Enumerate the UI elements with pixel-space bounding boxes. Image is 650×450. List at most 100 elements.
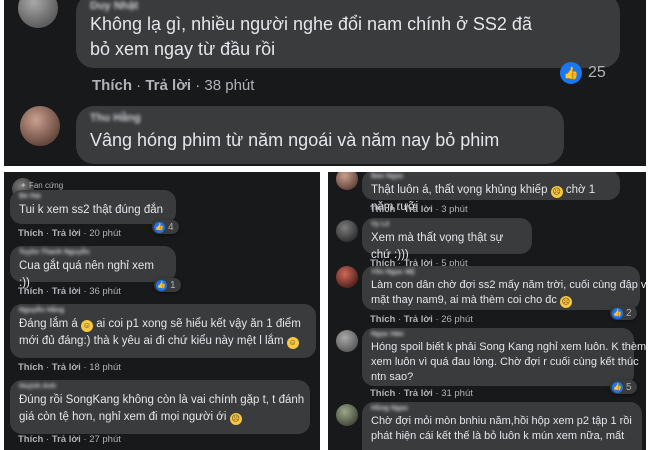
comment-actions: Thích · Trả lời · 18 phút — [18, 362, 121, 373]
grinning-emoji-icon: ☺ — [81, 320, 94, 332]
reply-link[interactable]: Trả lời — [52, 362, 81, 373]
comment-text-line: ntn sao? — [371, 371, 414, 383]
commenter-name[interactable]: Hồng Ngọc — [371, 405, 633, 414]
comment-text-line: Chờ đợi mỏi mòn bnhiu năm,hồi hộp xem p2… — [371, 415, 632, 427]
comment-bubble: Bé Hải Tui k xem ss2 thật đúng đắn — [10, 190, 176, 224]
comment-text-line: giá còn tệ hơn, nghỉ xem đi mọi người ới… — [19, 411, 242, 425]
comment-bubble: Huỳnh Anh Đúng rồi SongKang không còn là… — [10, 380, 310, 434]
thumbs-up-icon: 👍 — [156, 279, 167, 291]
comment-actions: Thích · Trả lời · 31 phút — [370, 388, 473, 399]
reaction-count[interactable]: 👍 5 — [610, 380, 637, 394]
comment-text-line: mới đủ đáng:) thà k yêu ai đi chứ kiểu n… — [19, 335, 299, 349]
reply-link[interactable]: Trả lời — [52, 434, 81, 445]
comment-actions: Thích · Trả lời · 3 phút — [370, 204, 468, 215]
reaction-count[interactable]: 👍 2 — [610, 306, 637, 320]
comment-actions: Thích · Trả lời · 36 phút — [18, 286, 121, 297]
commenter-name[interactable]: Thu Hằng — [90, 112, 550, 124]
thumbs-up-icon: 👍 — [560, 62, 582, 84]
left-comments-panel: ✦ Fan cứng Bé Hải Tui k xem ss2 thật đún… — [4, 172, 320, 450]
reaction-count[interactable]: 👍 1 — [154, 278, 181, 292]
thumbs-up-icon: 👍 — [612, 307, 623, 319]
comment-actions: Thích · Trả lời · 20 phút — [18, 228, 121, 239]
commenter-name[interactable]: Duy Nhật — [90, 0, 606, 12]
like-link[interactable]: Thích — [92, 77, 132, 94]
like-link[interactable]: Thích — [18, 228, 43, 239]
comment-text-line: Đúng rồi SongKang không còn là vai chính… — [19, 394, 305, 406]
sad-emoji-icon: ☹ — [229, 413, 242, 425]
comment-bubble: Duy Nhật Không lạ gì, nhiều người nghe đ… — [76, 0, 620, 68]
commenter-name[interactable]: Bảo Ngọc — [371, 173, 611, 182]
comment-time: 36 phút — [89, 286, 121, 297]
reaction-count[interactable]: 👍 4 — [152, 220, 179, 234]
comment-bubble: Yến Ngọc Mỹ Làm con dân chờ đợi ss2 mấy … — [362, 266, 646, 310]
commenter-name[interactable]: Tuyền Thanh Nguyễn — [19, 249, 167, 258]
comment-time: 31 phút — [441, 388, 473, 399]
comment-actions: Thích · Trả lời · 26 phút — [370, 314, 473, 325]
comment-time: 26 phút — [441, 314, 473, 325]
comment-time: 18 phút — [89, 362, 121, 373]
comment-bubble: Nguyễn Hằng Đáng lắm á ☺ ai coi p1 xong … — [10, 304, 316, 358]
comment-time: 3 phút — [441, 204, 468, 215]
comment-text-line: mặt thay nam9, ai mà thèm coi cho đc ☹ — [371, 294, 572, 308]
comment-text-line: Không lạ gì, nhiều người nghe đổi nam ch… — [90, 14, 532, 34]
reaction-count[interactable]: 👍 25 — [560, 62, 606, 84]
like-link[interactable]: Thích — [18, 286, 43, 297]
weary-emoji-icon: ☹ — [559, 296, 572, 308]
comment-bubble: Thu Hằng Vâng hóng phim từ năm ngoái và … — [76, 106, 564, 164]
comment-time: 38 phút — [204, 77, 255, 94]
avatar[interactable] — [336, 220, 358, 242]
comment-text-line: Vâng hóng phim từ năm ngoái và năm nay b… — [90, 130, 500, 150]
avatar[interactable] — [336, 172, 358, 190]
avatar[interactable] — [18, 0, 58, 28]
right-comments-panel: Bảo Ngọc Thật luôn á, thất vọng khủng kh… — [328, 172, 646, 450]
commenter-name[interactable]: Bé Hải — [19, 193, 167, 202]
comment-text-line: Hóng spoil biết k phải Song Kang nghỉ xe… — [371, 341, 646, 353]
avatar[interactable] — [336, 266, 358, 288]
comment-bubble: Hồng Ngọc Chờ đợi mỏi mòn bnhiu năm,hồi … — [362, 402, 642, 450]
avatar[interactable] — [336, 330, 358, 352]
comment-bubble: Ngọc Hân Hóng spoil biết k phải Song Kan… — [362, 328, 646, 386]
weary-emoji-icon: ☹ — [550, 186, 563, 198]
like-count: 1 — [170, 279, 176, 291]
fan-badge: ✦ Fan cứng — [20, 181, 64, 190]
reply-link[interactable]: Trả lời — [145, 77, 191, 94]
comment-bubble: Vy Lê Xem mà thất vọng thật sự chứ :))) — [362, 218, 532, 261]
comment-bubble: Bảo Ngọc Thật luôn á, thất vọng khủng kh… — [362, 172, 620, 213]
like-count: 2 — [626, 307, 632, 319]
avatar[interactable] — [336, 404, 358, 426]
comment-text-line: xem luôn vì quá đau lòng. Chờ đợi r cuối… — [371, 356, 639, 368]
thumbs-up-icon: 👍 — [612, 381, 623, 393]
like-link[interactable]: Thích — [370, 314, 395, 325]
commenter-name[interactable]: Ngọc Hân — [371, 331, 625, 340]
reply-link[interactable]: Trả lời — [404, 314, 433, 325]
reply-link[interactable]: Trả lời — [52, 286, 81, 297]
comment-text-line: Đáng lắm á ☺ ai coi p1 xong sẽ hiểu kết … — [19, 318, 301, 332]
reply-link[interactable]: Trả lời — [52, 228, 81, 239]
avatar[interactable] — [20, 106, 60, 146]
comment-text-line: phát hiện cái kết thế là bỏ luôn k mún x… — [371, 430, 625, 442]
comment-time: 20 phút — [89, 228, 121, 239]
thumbs-up-icon: 👍 — [154, 221, 165, 233]
comment-bubble: Tuyền Thanh Nguyễn Cua gắt quá nên nghỉ … — [10, 246, 176, 289]
comment-actions: Thích · Trả lời · 38 phút — [92, 77, 255, 94]
like-link[interactable]: Thích — [18, 362, 43, 373]
like-count: 5 — [626, 381, 632, 393]
like-link[interactable]: Thích — [370, 204, 395, 215]
reply-link[interactable]: Trả lời — [404, 388, 433, 399]
grinning-emoji-icon: ☺ — [286, 337, 299, 349]
top-comments-panel: Duy Nhật Không lạ gì, nhiều người nghe đ… — [4, 0, 646, 166]
comment-text-line: bỏ xem ngay từ đầu rồi — [90, 39, 276, 59]
like-link[interactable]: Thích — [370, 388, 395, 399]
comment-time: 27 phút — [89, 434, 121, 445]
commenter-name[interactable]: Vy Lê — [371, 221, 523, 230]
comment-actions: Thích · Trả lời · 27 phút — [18, 434, 121, 445]
commenter-name[interactable]: Yến Ngọc Mỹ — [371, 269, 631, 278]
like-count: 4 — [168, 221, 174, 233]
like-count: 25 — [588, 64, 606, 81]
like-link[interactable]: Thích — [18, 434, 43, 445]
commenter-name[interactable]: Nguyễn Hằng — [19, 307, 307, 316]
comment-text-line: Làm con dân chờ đợi ss2 mấy năm trời, cu… — [371, 279, 646, 291]
comment-text-line: Tui k xem ss2 thật đúng đắn — [19, 204, 164, 216]
reply-link[interactable]: Trả lời — [404, 204, 433, 215]
commenter-name[interactable]: Huỳnh Anh — [19, 383, 301, 392]
